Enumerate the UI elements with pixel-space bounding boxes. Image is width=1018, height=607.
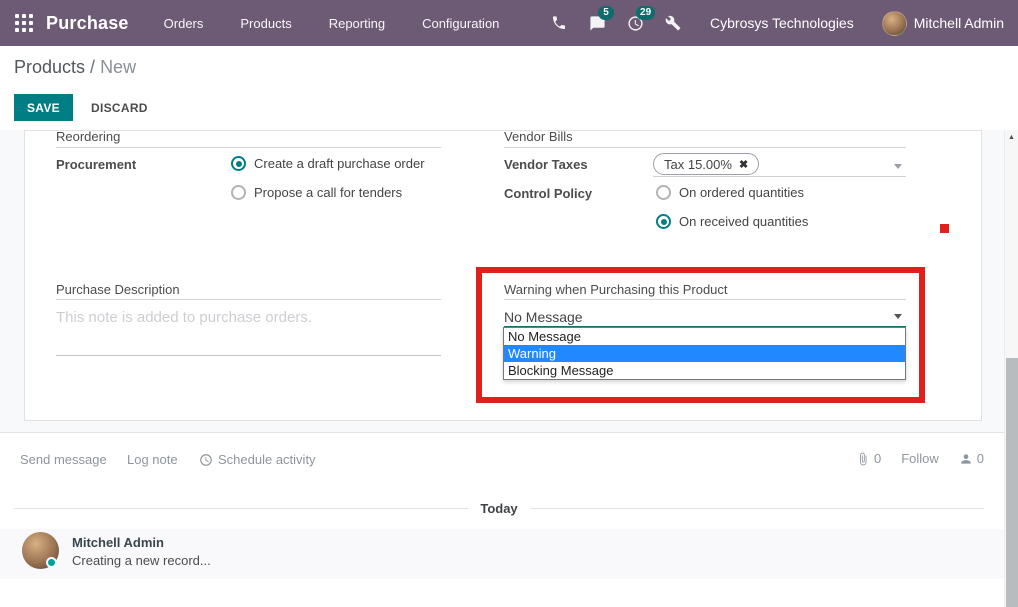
date-divider-label: Today	[480, 501, 517, 516]
radio-selected-icon[interactable]	[231, 156, 246, 171]
dropdown-option-no-message[interactable]: No Message	[504, 328, 905, 345]
purchase-description-textarea[interactable]: This note is added to purchase orders.	[56, 309, 312, 326]
user-avatar	[882, 11, 907, 36]
breadcrumb-separator: /	[85, 57, 100, 77]
procurement-label: Procurement	[56, 157, 136, 172]
online-status-dot	[46, 557, 57, 568]
message-author-name[interactable]: Mitchell Admin	[72, 535, 164, 550]
discard-button[interactable]: DISCARD	[78, 94, 161, 121]
log-note-button[interactable]: Log note	[127, 452, 178, 467]
user-name: Mitchell Admin	[914, 15, 1004, 31]
phone-icon[interactable]	[540, 0, 578, 46]
navbar-systray: 5 29 Cybrosys Technologies Mitchell Admi…	[540, 0, 1018, 46]
warning-select[interactable]: No Message	[504, 309, 583, 325]
debug-wrench-icon[interactable]	[654, 0, 692, 46]
procurement-option-call-tenders[interactable]: Propose a call for tenders	[231, 185, 402, 200]
radio-unselected-icon[interactable]	[231, 185, 246, 200]
activities-clock-icon[interactable]: 29	[616, 0, 654, 46]
send-message-button[interactable]: Send message	[20, 452, 107, 467]
apps-grid-icon[interactable]	[15, 14, 33, 32]
app-brand[interactable]: Purchase	[46, 13, 129, 34]
menu-orders[interactable]: Orders	[164, 16, 204, 31]
menu-reporting[interactable]: Reporting	[329, 16, 385, 31]
vendor-tax-tag[interactable]: Tax 15.00% ✖	[653, 153, 759, 175]
scrollbar-thumb[interactable]	[1006, 358, 1018, 607]
radio-label: On ordered quantities	[679, 185, 804, 200]
purchase-product-form-page: Purchase Orders Products Reporting Confi…	[0, 0, 1018, 607]
warning-select-caret-icon[interactable]	[894, 314, 902, 319]
menu-products[interactable]: Products	[240, 16, 291, 31]
company-switcher[interactable]: Cybrosys Technologies	[710, 15, 854, 31]
tag-remove-icon[interactable]: ✖	[739, 158, 748, 171]
section-purchase-description-underline	[56, 299, 441, 300]
follower-person-icon	[959, 452, 973, 466]
chatter: Send message Log note Schedule activity …	[0, 432, 1018, 607]
section-vendor-bills: Vendor Bills	[504, 130, 573, 144]
schedule-activity-clock-icon	[199, 453, 213, 467]
schedule-activity-button[interactable]: Schedule activity	[199, 452, 316, 467]
section-vendor-bills-underline	[504, 147, 906, 148]
warning-select-dropdown: No Message Warning Blocking Message	[503, 327, 906, 380]
section-reordering: Reordering	[56, 130, 120, 144]
radio-label: On received quantities	[679, 214, 808, 229]
red-marker-dot	[940, 224, 949, 233]
vendor-taxes-dropdown-caret-icon[interactable]	[894, 164, 902, 169]
activities-count-badge: 29	[636, 6, 655, 20]
breadcrumb-current: New	[100, 57, 136, 77]
section-warning-underline	[504, 299, 906, 300]
attachments-button[interactable]: 0	[856, 451, 881, 466]
section-reordering-underline	[56, 147, 441, 148]
dropdown-option-warning[interactable]: Warning	[504, 345, 905, 362]
purchase-description-field-line	[56, 355, 441, 356]
chatter-topbar-right: 0 Follow 0	[856, 451, 984, 466]
followers-count: 0	[977, 451, 984, 466]
vendor-taxes-field-line	[653, 176, 906, 177]
procurement-option-draft-po[interactable]: Create a draft purchase order	[231, 156, 425, 171]
main-menu: Orders Products Reporting Configuration	[164, 16, 500, 31]
message-body: Creating a new record...	[72, 553, 211, 568]
attachments-count: 0	[874, 451, 881, 466]
followers-button[interactable]: 0	[959, 451, 984, 466]
top-navbar: Purchase Orders Products Reporting Confi…	[0, 0, 1018, 46]
control-policy-option-received[interactable]: On received quantities	[656, 214, 808, 229]
radio-selected-icon[interactable]	[656, 214, 671, 229]
vendor-tax-tag-label: Tax 15.00%	[664, 157, 732, 172]
save-button[interactable]: SAVE	[14, 94, 73, 121]
messages-icon[interactable]: 5	[578, 0, 616, 46]
radio-label: Create a draft purchase order	[254, 156, 425, 171]
dropdown-option-blocking-message[interactable]: Blocking Message	[504, 362, 905, 379]
radio-label: Propose a call for tenders	[254, 185, 402, 200]
radio-unselected-icon[interactable]	[656, 185, 671, 200]
date-divider: Today	[14, 501, 984, 516]
section-purchase-description: Purchase Description	[56, 282, 180, 297]
user-menu[interactable]: Mitchell Admin	[882, 11, 1004, 36]
messages-count-badge: 5	[598, 6, 614, 20]
breadcrumb-products-link[interactable]: Products	[14, 57, 85, 77]
vertical-scrollbar[interactable]: ▲	[1004, 130, 1018, 607]
control-policy-label: Control Policy	[504, 186, 592, 201]
follow-button[interactable]: Follow	[901, 451, 939, 466]
breadcrumb: Products / New	[14, 57, 136, 78]
vendor-taxes-label: Vendor Taxes	[504, 157, 588, 172]
scrollbar-up-arrow-icon[interactable]: ▲	[1008, 134, 1015, 141]
section-warning-purchasing: Warning when Purchasing this Product	[504, 282, 728, 297]
paperclip-icon	[856, 452, 870, 466]
control-policy-option-ordered[interactable]: On ordered quantities	[656, 185, 804, 200]
menu-configuration[interactable]: Configuration	[422, 16, 499, 31]
chatter-message[interactable]: Mitchell Admin Creating a new record...	[0, 529, 1018, 579]
